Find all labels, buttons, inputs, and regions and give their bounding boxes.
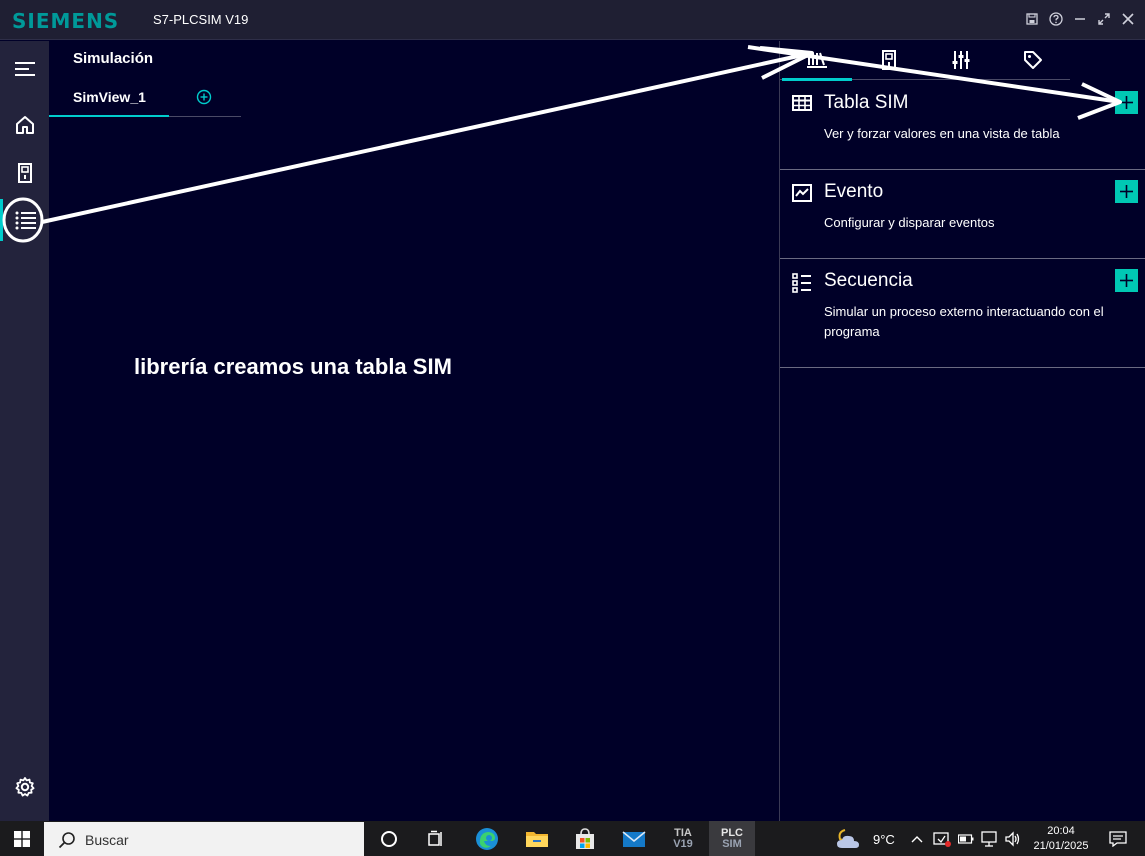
volume-icon[interactable] bbox=[1002, 821, 1024, 856]
search-placeholder: Buscar bbox=[85, 832, 129, 848]
device-icon[interactable] bbox=[876, 47, 902, 73]
taskbar: Buscar TIA V19 PLC SIM 9°C 20:04 21/01/2… bbox=[0, 821, 1145, 856]
tab-divider bbox=[169, 116, 241, 117]
tag-icon[interactable] bbox=[1020, 47, 1046, 73]
title-bar: SIEMENS S7-PLCSIM V19 bbox=[0, 0, 1145, 40]
left-navigation bbox=[0, 41, 49, 821]
table-icon bbox=[792, 95, 812, 115]
chevron-up-icon[interactable] bbox=[906, 821, 928, 856]
clock-date: 21/01/2025 bbox=[1033, 840, 1089, 852]
tab-simview[interactable]: SimView_1 bbox=[49, 80, 169, 117]
clock-time: 20:04 bbox=[1047, 825, 1075, 837]
gear-icon[interactable] bbox=[0, 766, 49, 808]
card-description: Simular un proceso externo interactuando… bbox=[824, 304, 1104, 339]
temperature-text[interactable]: 9°C bbox=[873, 832, 895, 847]
plcsim-label-bottom: SIM bbox=[722, 837, 742, 850]
weather-icon[interactable] bbox=[828, 821, 868, 856]
add-evento-button[interactable] bbox=[1115, 180, 1138, 203]
plcsim-icon[interactable]: PLC SIM bbox=[709, 821, 755, 856]
card-description: Ver y forzar valores en una vista de tab… bbox=[824, 126, 1060, 141]
app-title: S7-PLCSIM V19 bbox=[153, 12, 249, 27]
card-tabla-sim: Tabla SIM Ver y forzar valores en una vi… bbox=[780, 81, 1145, 170]
menu-icon[interactable] bbox=[0, 48, 49, 90]
device-icon[interactable] bbox=[0, 152, 49, 194]
windows-start-icon[interactable] bbox=[0, 821, 44, 856]
task-view-icon[interactable] bbox=[366, 821, 412, 856]
library-icon[interactable] bbox=[804, 47, 830, 73]
tia-icon[interactable]: TIA V19 bbox=[660, 821, 706, 856]
maximize-icon[interactable] bbox=[1095, 10, 1113, 28]
add-secuencia-button[interactable] bbox=[1115, 269, 1138, 292]
save-icon[interactable] bbox=[1023, 10, 1041, 28]
window-controls bbox=[1023, 10, 1137, 28]
close-icon[interactable] bbox=[1119, 10, 1137, 28]
card-evento: Evento Configurar y disparar eventos bbox=[780, 170, 1145, 259]
card-title: Tabla SIM bbox=[824, 92, 909, 113]
help-icon[interactable] bbox=[1047, 10, 1065, 28]
search-input[interactable]: Buscar bbox=[44, 822, 364, 856]
edge-icon[interactable] bbox=[464, 821, 510, 856]
notification-icon[interactable] bbox=[1098, 821, 1138, 856]
card-secuencia: Secuencia Simular un proceso externo int… bbox=[780, 259, 1145, 368]
sequence-icon bbox=[792, 273, 812, 293]
add-circle-icon[interactable] bbox=[196, 89, 212, 105]
card-description: Configurar y disparar eventos bbox=[824, 215, 995, 230]
minimize-icon[interactable] bbox=[1071, 10, 1089, 28]
home-icon[interactable] bbox=[0, 104, 49, 146]
store-icon[interactable] bbox=[562, 821, 608, 856]
tia-label-top: TIA bbox=[674, 826, 692, 839]
tab-label: SimView_1 bbox=[73, 89, 146, 105]
page-title: Simulación bbox=[73, 50, 154, 67]
security-icon[interactable] bbox=[930, 821, 954, 856]
network-icon[interactable] bbox=[979, 821, 1001, 856]
mail-icon[interactable] bbox=[611, 821, 657, 856]
siemens-logo: SIEMENS bbox=[12, 9, 120, 33]
tia-label-bottom: V19 bbox=[673, 837, 693, 850]
list-icon[interactable] bbox=[0, 199, 49, 241]
battery-icon[interactable] bbox=[955, 821, 977, 856]
sliders-icon[interactable] bbox=[948, 47, 974, 73]
search-icon bbox=[58, 832, 75, 849]
card-title: Secuencia bbox=[824, 270, 913, 291]
library-panel: Tabla SIM Ver y forzar valores en una vi… bbox=[779, 41, 1145, 821]
explorer-icon[interactable] bbox=[514, 821, 560, 856]
card-title: Evento bbox=[824, 181, 884, 202]
system-clock[interactable]: 20:04 21/01/2025 bbox=[1030, 824, 1092, 854]
add-tabla-sim-button[interactable] bbox=[1115, 91, 1138, 114]
chart-icon bbox=[792, 184, 812, 204]
panel-tabs bbox=[780, 41, 1070, 81]
annotation-text: librería creamos una tabla SIM bbox=[134, 354, 452, 379]
plcsim-label-top: PLC bbox=[721, 826, 743, 839]
taskbar-grid-icon[interactable] bbox=[413, 821, 459, 856]
